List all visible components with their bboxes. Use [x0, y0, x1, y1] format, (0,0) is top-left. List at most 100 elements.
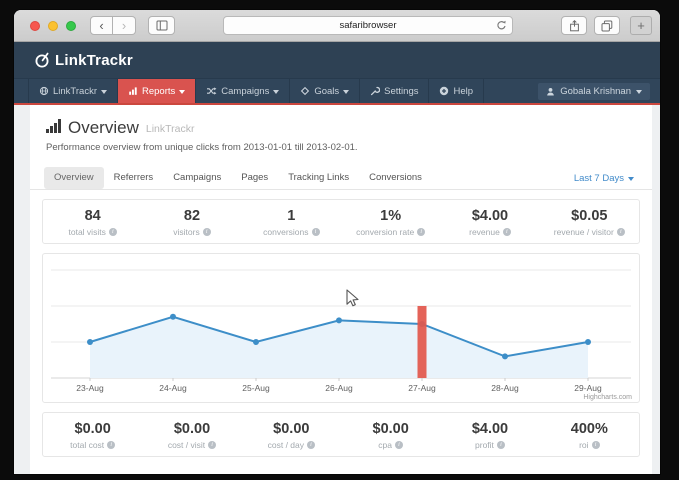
nav-item-linktrackr[interactable]: LinkTrackr — [28, 79, 118, 103]
bar-chart-icon — [128, 86, 138, 96]
stat-value: $0.00 — [341, 421, 440, 437]
tab-campaigns[interactable]: Campaigns — [163, 167, 231, 189]
tab-overview[interactable]: Overview — [44, 167, 104, 189]
stat-revenue: $4.00 revenuei — [440, 208, 539, 237]
stat-total-visits: 84total visitsi — [43, 208, 142, 237]
show-all-tabs-button[interactable] — [594, 16, 620, 35]
forward-button[interactable]: › — [113, 16, 136, 35]
content-card: Overview LinkTrackr Performance overview… — [30, 105, 652, 474]
stat-value: 1 — [242, 208, 341, 224]
stat-label: cost / day — [268, 440, 304, 450]
report-tabs: Overview Referrers Campaigns Pages Track… — [30, 167, 652, 190]
stat-label: roi — [579, 440, 588, 450]
nav-item-campaigns[interactable]: Campaigns — [196, 79, 290, 103]
back-button[interactable]: ‹ — [90, 16, 113, 35]
info-icon[interactable]: i — [592, 441, 600, 449]
stat-value: $4.00 — [440, 208, 539, 224]
stat-label: conversions — [263, 227, 308, 237]
stat-label: visitors — [173, 227, 199, 237]
info-icon[interactable]: i — [307, 441, 315, 449]
nav-item-reports[interactable]: Reports — [118, 79, 196, 103]
svg-text:28-Aug: 28-Aug — [491, 383, 519, 393]
nav-item-help[interactable]: Help — [429, 79, 484, 103]
info-icon[interactable]: i — [107, 441, 115, 449]
stats-panel-top: 84total visitsi82visitorsi1conversionsi1… — [42, 199, 640, 244]
plus-circle-icon — [439, 86, 449, 96]
zoom-window-button[interactable] — [66, 21, 76, 31]
stat-revenue-visitor: $0.05 revenue / visitori — [540, 208, 639, 237]
visits-chart-panel[interactable]: 23-Aug24-Aug25-Aug26-Aug27-Aug28-Aug29-A… — [42, 253, 640, 403]
minimize-window-button[interactable] — [48, 21, 58, 31]
tab-pages[interactable]: Pages — [231, 167, 278, 189]
brand-name: LinkTrackr — [55, 52, 133, 69]
tab-referrers[interactable]: Referrers — [104, 167, 164, 189]
chevron-down-icon — [273, 90, 279, 94]
page-title: Overview — [68, 119, 139, 136]
svg-text:Highcharts.com: Highcharts.com — [583, 394, 632, 401]
close-window-button[interactable] — [30, 21, 40, 31]
stat-conversions: 1 conversions i — [242, 208, 341, 237]
info-icon[interactable]: i — [497, 441, 505, 449]
date-range-label: Last 7 Days — [574, 173, 624, 184]
stat-value: $0.00 — [242, 421, 341, 437]
chevron-down-icon — [179, 90, 185, 94]
screenshot-root: { "browser": { "address": "safaribrowser… — [0, 0, 679, 480]
linktrackr-logo[interactable]: LinkTrackr — [34, 52, 133, 69]
user-icon — [546, 87, 555, 96]
overview-header: Overview LinkTrackr Performance overview… — [30, 105, 652, 153]
stat-value: $0.00 — [43, 421, 142, 437]
info-icon[interactable]: i — [208, 441, 216, 449]
globe-icon — [39, 86, 49, 96]
site-header: LinkTrackr — [14, 42, 660, 78]
visits-area-chart[interactable]: 23-Aug24-Aug25-Aug26-Aug27-Aug28-Aug29-A… — [43, 254, 639, 402]
date-range-dropdown[interactable]: Last 7 Days — [574, 173, 638, 184]
share-button[interactable] — [561, 16, 587, 35]
stat-value: $0.00 — [142, 421, 241, 437]
nav-item-goals[interactable]: Goals — [290, 79, 360, 103]
stat-roi: 400%roii — [540, 421, 639, 450]
stat-value: 1% — [341, 208, 440, 224]
svg-text:24-Aug: 24-Aug — [159, 383, 187, 393]
tab-tracking-links[interactable]: Tracking Links — [278, 167, 359, 189]
new-tab-button[interactable]: + — [630, 16, 652, 35]
info-icon[interactable]: i — [617, 228, 625, 236]
shuffle-icon — [206, 86, 217, 96]
chevron-down-icon — [628, 177, 634, 181]
stat-label: revenue / visitor — [554, 227, 614, 237]
tab-conversions[interactable]: Conversions — [359, 167, 432, 189]
stat-cost-day: $0.00 cost / dayi — [242, 421, 341, 450]
sidebar-toggle-button[interactable] — [148, 16, 175, 35]
user-name: Gobala Krishnan — [560, 86, 631, 97]
share-icon — [569, 20, 580, 32]
browser-toolbar: ‹ › safaribrowser + — [14, 10, 660, 42]
info-icon[interactable]: i — [503, 228, 511, 236]
stat-label: revenue — [469, 227, 500, 237]
stat-cost-visit: $0.00 cost / visiti — [142, 421, 241, 450]
nav-label: Reports — [142, 86, 175, 97]
stat-label: cost / visit — [168, 440, 205, 450]
linktrackr-logo-icon — [34, 52, 51, 69]
web-page: LinkTrackr LinkTrackr Reports Campaigns … — [14, 42, 660, 474]
info-icon[interactable]: i — [395, 441, 403, 449]
nav-label: Goals — [314, 86, 339, 97]
address-bar[interactable]: safaribrowser — [223, 16, 513, 35]
info-icon[interactable]: i — [109, 228, 117, 236]
info-icon[interactable]: i — [312, 228, 320, 236]
nav-item-settings[interactable]: Settings — [360, 79, 429, 103]
stat-label: total cost — [70, 440, 104, 450]
nav-label: Settings — [384, 86, 418, 97]
chevron-down-icon — [343, 90, 349, 94]
user-menu[interactable]: Gobala Krishnan — [538, 83, 650, 100]
nav-label: Campaigns — [221, 86, 269, 97]
history-buttons: ‹ › — [90, 16, 136, 35]
nav-label: LinkTrackr — [53, 86, 97, 97]
svg-text:25-Aug: 25-Aug — [242, 383, 270, 393]
info-icon[interactable]: i — [203, 228, 211, 236]
address-text: safaribrowser — [339, 20, 396, 31]
stat-value: $0.05 — [540, 208, 639, 224]
refresh-button[interactable] — [496, 20, 507, 34]
info-icon[interactable]: i — [417, 228, 425, 236]
traffic-lights — [30, 21, 76, 31]
refresh-icon — [496, 20, 507, 31]
stat-value: $4.00 — [440, 421, 539, 437]
